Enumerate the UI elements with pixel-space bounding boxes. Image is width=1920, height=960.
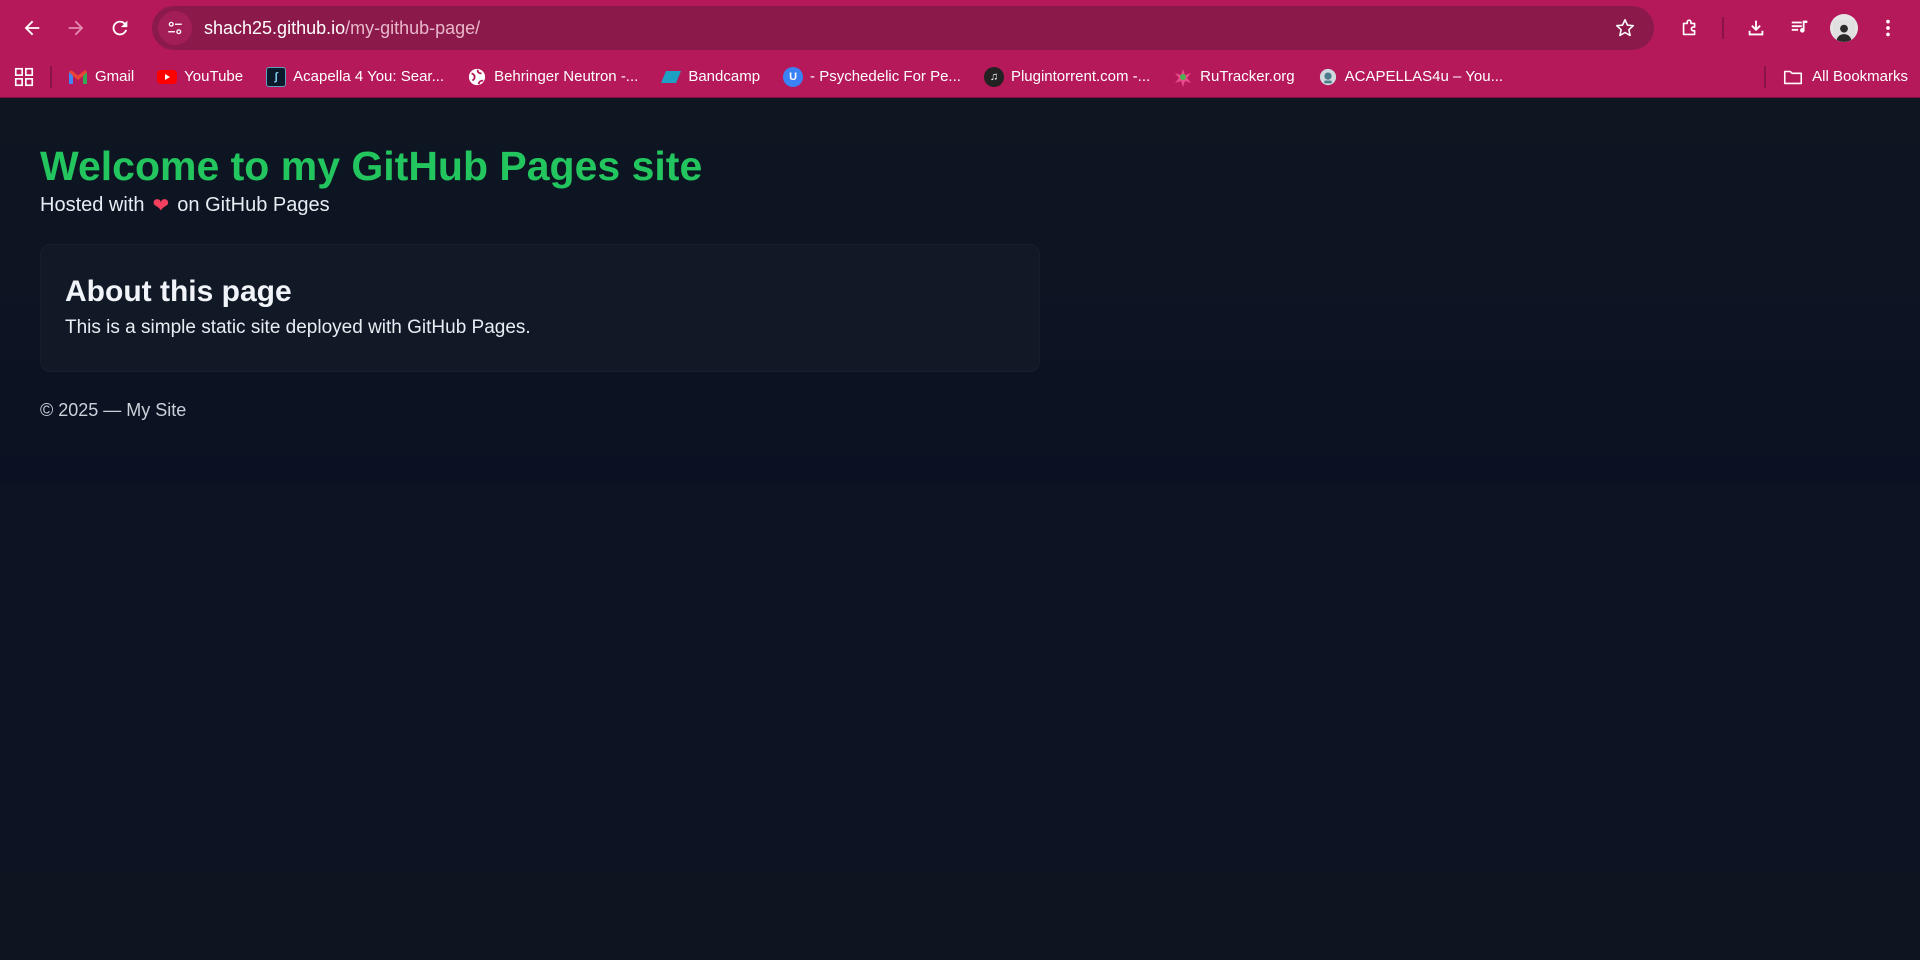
apps-grid-icon (14, 67, 34, 86)
avatar (1830, 14, 1858, 42)
page-subtitle: Hosted with ❤ on GitHub Pages (40, 193, 1880, 218)
bandcamp-icon (661, 67, 682, 87)
music-note-icon: ♫ (983, 66, 1004, 87)
bookmark-behringer[interactable]: Behringer Neutron -... (467, 67, 638, 87)
apps-button[interactable] (12, 65, 36, 89)
rutracker-icon (1173, 67, 1193, 87)
tune-icon (168, 21, 182, 35)
star-icon (1615, 18, 1635, 37)
folder-icon (1784, 70, 1803, 84)
bookmarks-bar: Gmail YouTube ʃ Acapella 4 You: Sear... … (0, 56, 1920, 98)
downloads-button[interactable] (1736, 8, 1776, 48)
bookmark-label: - Psychedelic For Pe... (810, 68, 961, 85)
page-footer: © 2025 — My Site (40, 400, 187, 421)
acapella-icon: ʃ (266, 66, 287, 87)
reload-icon (112, 20, 128, 36)
arrow-right-icon (68, 20, 84, 36)
subtitle-suffix: on GitHub Pages (177, 194, 330, 217)
page-content: Welcome to my GitHub Pages site Hosted w… (0, 98, 1920, 484)
bookmark-plugintorrent[interactable]: ♫ Plugintorrent.com -... (983, 66, 1151, 87)
card-title: About this page (65, 275, 292, 309)
gmail-icon (68, 67, 88, 87)
playlist-music-icon (1791, 20, 1808, 33)
extensions-button[interactable] (1670, 8, 1710, 48)
page-background (0, 484, 1920, 872)
globe-icon (467, 67, 487, 87)
bookmark-gmail[interactable]: Gmail (68, 67, 134, 87)
u-icon: U (783, 66, 804, 87)
url-path: /my-github-page/ (345, 17, 481, 38)
subtitle-prefix: Hosted with (40, 194, 145, 217)
bookmark-rutracker[interactable]: RuTracker.org (1173, 67, 1295, 87)
site-info-button[interactable] (158, 11, 192, 45)
bookmark-label: Acapella 4 You: Sear... (293, 68, 445, 85)
bookmark-label: Behringer Neutron -... (494, 68, 639, 85)
kebab-menu-icon (1886, 19, 1890, 37)
url-text[interactable]: shach25.github.io/my-github-page/ (204, 18, 1608, 39)
arrow-left-icon (24, 20, 40, 36)
page-bottom-area (0, 872, 1920, 958)
reload-button[interactable] (100, 8, 140, 48)
back-button[interactable] (12, 8, 52, 48)
puzzle-icon (1682, 19, 1696, 36)
bookmark-label: Bandcamp (688, 68, 761, 85)
bookmark-label: RuTracker.org (1200, 68, 1295, 85)
url-host: shach25.github.io (204, 17, 346, 38)
bookmark-youtube[interactable]: YouTube (157, 67, 243, 87)
bookmark-label: Plugintorrent.com -... (1010, 68, 1151, 85)
browser-chrome: shach25.github.io/my-github-page/ Gmail … (0, 0, 1920, 98)
bookmark-label: YouTube (184, 68, 244, 85)
bookmark-acapella4you[interactable]: ʃ Acapella 4 You: Sear... (266, 66, 445, 87)
heart-icon: ❤ (152, 195, 170, 218)
bookmark-label: ACAPELLAS4u – You... (1344, 68, 1504, 85)
card-text: This is a simple static site deployed wi… (65, 317, 531, 339)
download-icon (1748, 20, 1764, 36)
menu-button[interactable] (1868, 8, 1908, 48)
address-bar[interactable]: shach25.github.io/my-github-page/ (152, 6, 1654, 50)
browser-toolbar: shach25.github.io/my-github-page/ (0, 0, 1920, 56)
bookmark-star-button[interactable] (1608, 11, 1642, 45)
bookmark-acapellas4u[interactable]: ACAPELLAS4u – You... (1318, 67, 1503, 87)
bookmark-psychedelic[interactable]: U - Psychedelic For Pe... (783, 66, 961, 87)
user-photo-icon (1833, 20, 1855, 42)
bookmarks-divider-right (1764, 65, 1767, 88)
acapellas4u-icon (1318, 67, 1338, 87)
bookmark-label: Gmail (95, 68, 135, 85)
page-title: Welcome to my GitHub Pages site (40, 143, 703, 189)
bookmark-bandcamp[interactable]: Bandcamp (661, 67, 760, 87)
media-controls-button[interactable] (1780, 8, 1820, 48)
youtube-icon (157, 67, 178, 87)
toolbar-divider (1722, 17, 1724, 39)
about-card: About this page This is a simple static … (40, 244, 1040, 373)
profile-button[interactable] (1824, 8, 1864, 48)
bookmarks-divider (50, 65, 52, 88)
forward-button[interactable] (56, 8, 96, 48)
all-bookmarks-button[interactable]: All Bookmarks (1782, 66, 1908, 88)
all-bookmarks-label: All Bookmarks (1812, 68, 1908, 85)
